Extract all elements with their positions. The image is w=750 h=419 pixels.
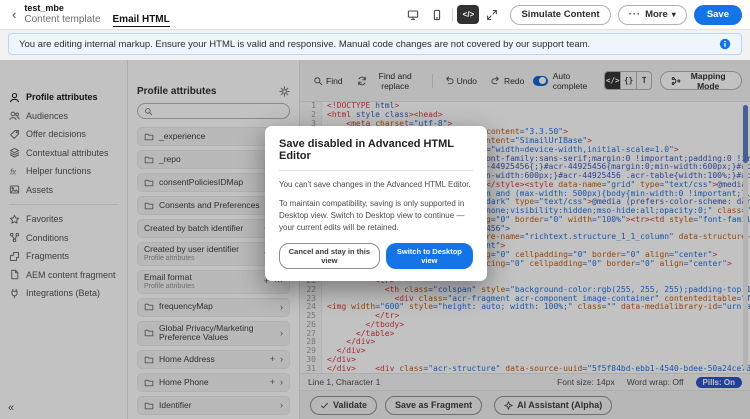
tab-bar: Content template Email HTML xyxy=(24,14,170,27)
dialog-title: Save disabled in Advanced HTML Editor xyxy=(279,138,473,171)
dialog-actions: Cancel and stay in this view Switch to D… xyxy=(279,243,473,269)
info-icon xyxy=(719,38,731,50)
tab-content-template[interactable]: Content template xyxy=(24,14,100,27)
divider xyxy=(452,7,454,22)
tab-email-html[interactable]: Email HTML xyxy=(112,14,170,27)
more-dots-icon: ··· xyxy=(628,9,642,20)
save-button[interactable]: Save xyxy=(693,4,742,25)
title-block: test_mbe Content template Email HTML xyxy=(24,2,170,27)
info-banner: You are editing internal markup. Ensure … xyxy=(8,33,742,55)
simulate-content-button[interactable]: Simulate Content xyxy=(510,4,611,25)
mobile-view-button[interactable] xyxy=(426,5,448,24)
cancel-stay-button[interactable]: Cancel and stay in this view xyxy=(279,243,380,269)
info-banner-text: You are editing internal markup. Ensure … xyxy=(19,38,591,50)
header-actions: </> Simulate Content ··· More ▾ Save xyxy=(402,4,742,25)
app-window: ‹ test_mbe Content template Email HTML <… xyxy=(0,0,750,419)
dialog-paragraph: You can't save changes in the Advanced H… xyxy=(279,180,471,189)
dialog-paragraph: To maintain compatibility, saving is onl… xyxy=(279,199,465,232)
expand-view-button[interactable] xyxy=(481,5,503,24)
top-header: ‹ test_mbe Content template Email HTML <… xyxy=(0,0,750,30)
back-button[interactable]: ‹ xyxy=(8,7,20,22)
desktop-view-button[interactable] xyxy=(402,5,424,24)
more-button-label: More xyxy=(645,9,668,20)
chevron-down-icon: ▾ xyxy=(671,10,676,19)
more-button[interactable]: ··· More ▾ xyxy=(617,4,687,25)
save-disabled-dialog: Save disabled in Advanced HTML Editor Yo… xyxy=(265,126,487,281)
view-toggle-group: </> xyxy=(402,5,503,24)
code-view-button[interactable]: </> xyxy=(457,5,480,24)
page-title: test_mbe xyxy=(24,2,64,13)
switch-desktop-button[interactable]: Switch to Desktop view xyxy=(385,243,473,269)
